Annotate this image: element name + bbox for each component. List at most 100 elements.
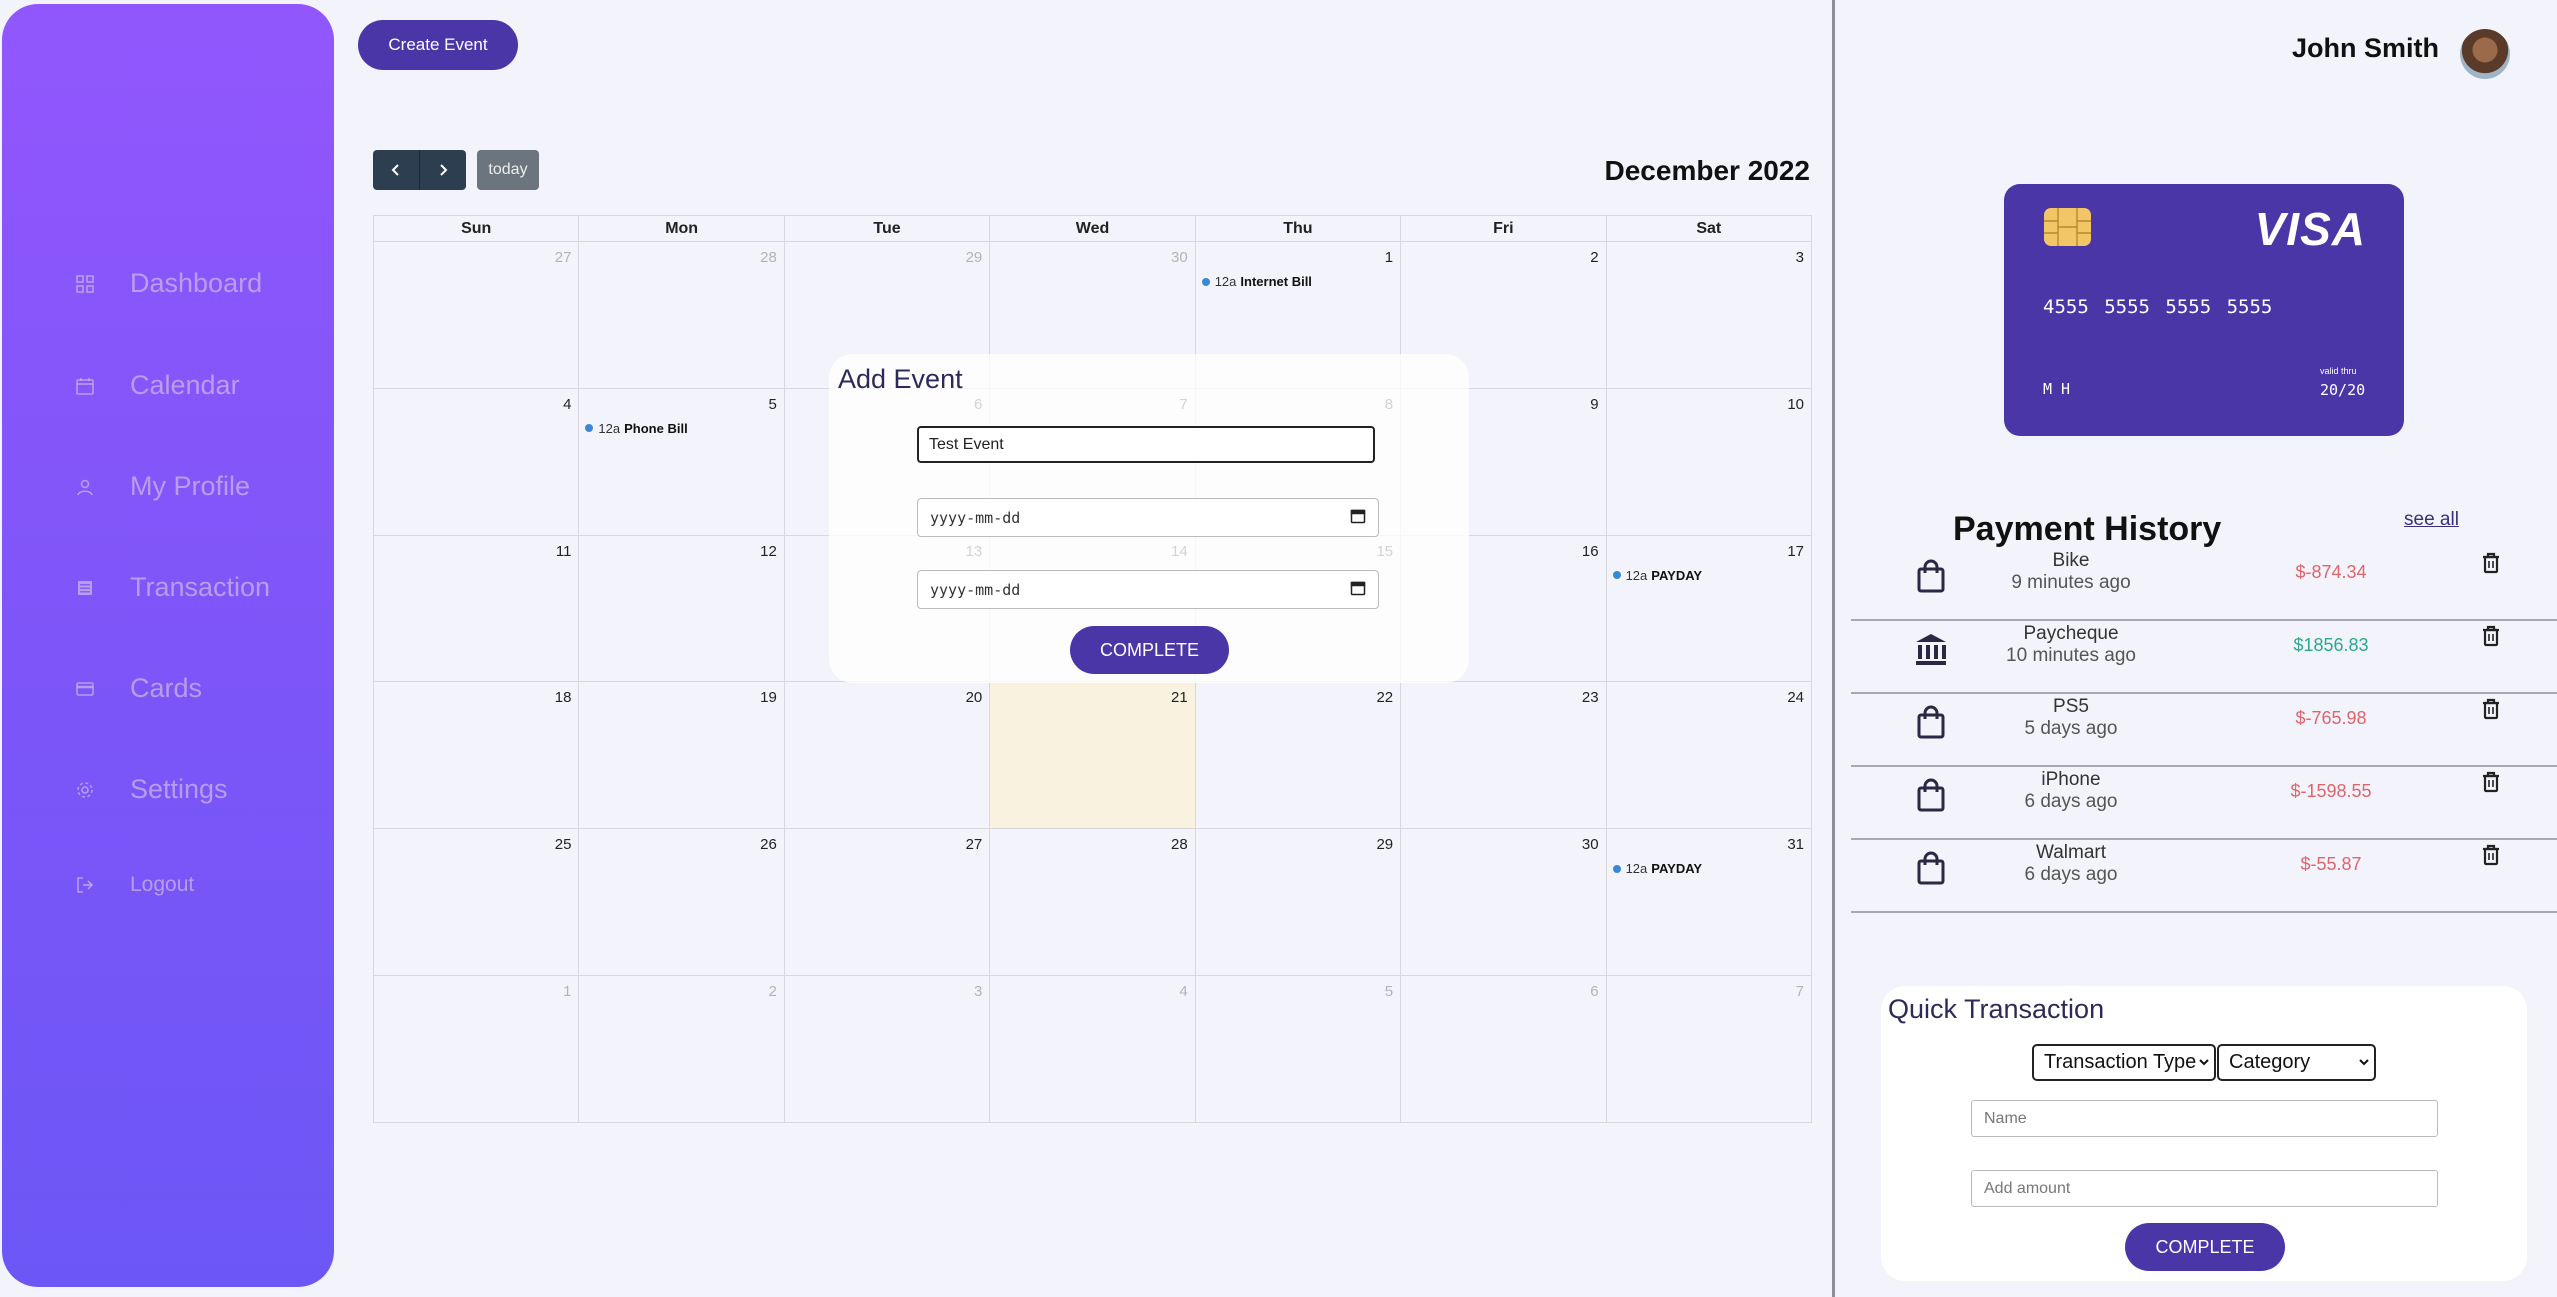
calendar-day[interactable]: 29: [1195, 829, 1402, 977]
category-select[interactable]: Category: [2217, 1044, 2376, 1081]
chevron-down-icon: [2198, 1051, 2210, 1074]
payment-row[interactable]: PS5 5 days ago $-765.98: [1851, 694, 2557, 767]
day-number: 6: [1590, 983, 1599, 1001]
trash-icon[interactable]: [2481, 625, 2505, 649]
chevron-down-icon: [2358, 1051, 2370, 1074]
shopping-bag-icon: [1911, 848, 1951, 888]
calendar-day[interactable]: 28: [579, 242, 785, 389]
sidebar-item-label: Transaction: [130, 572, 271, 602]
trash-icon[interactable]: [2481, 552, 2505, 576]
sidebar-item-logout[interactable]: Logout: [74, 873, 194, 897]
payment-time: 6 days ago: [2024, 864, 2118, 885]
create-event-button[interactable]: Create Event: [358, 20, 518, 70]
add-event-complete-button[interactable]: COMPLETE: [1070, 626, 1229, 674]
event-dot: [1201, 277, 1210, 286]
valid-thru-label: valid thru: [2320, 366, 2357, 376]
card-holder: M H: [2043, 380, 2071, 398]
calendar-day[interactable]: 5 12a Phone Bill: [579, 388, 785, 536]
month-title: December 2022: [1604, 155, 1810, 186]
calendar-event[interactable]: 12a Phone Bill: [585, 421, 688, 436]
calendar-event[interactable]: 12a PAYDAY: [1612, 567, 1703, 583]
payment-row[interactable]: iPhone 6 days ago $-1598.55: [1851, 767, 2557, 840]
calendar-day[interactable]: 23: [1401, 682, 1607, 830]
calendar-day[interactable]: 11: [374, 535, 580, 683]
calendar-day[interactable]: 27: [374, 242, 580, 389]
calendar-day[interactable]: 28: [990, 829, 1196, 977]
sidebar: Dashboard Calendar My Profile Transactio…: [2, 4, 334, 1287]
day-number: 17: [1787, 542, 1804, 560]
credit-card[interactable]: VISA 4555 5555 5555 5555 M H valid thru …: [2004, 184, 2404, 436]
event-title: PAYDAY: [1651, 567, 1703, 583]
calendar-day[interactable]: 31 12a PAYDAY: [1606, 829, 1812, 977]
calendar-day[interactable]: 30: [1401, 829, 1607, 977]
add-event-modal: Add Event Test Event yyyy-mm-dd yyyy-mm-…: [829, 354, 1469, 683]
calendar-day[interactable]: 12: [579, 535, 785, 683]
payment-history-title: Payment History: [1953, 510, 2222, 548]
calendar-picker-icon[interactable]: [1350, 508, 1366, 528]
day-number: 23: [1581, 689, 1599, 707]
sidebar-item-transaction[interactable]: Transaction: [74, 572, 270, 603]
payment-amount: $-765.98: [2295, 708, 2367, 728]
day-number: 4: [1179, 983, 1188, 1001]
calendar-event[interactable]: 12a Internet Bill: [1201, 274, 1312, 289]
calendar-day[interactable]: 17 12a PAYDAY: [1606, 535, 1812, 683]
calendar-day[interactable]: 4: [990, 976, 1196, 1123]
event-title-input[interactable]: Test Event: [917, 426, 1375, 463]
payment-amount: $-1598.55: [2290, 781, 2372, 801]
event-title: PAYDAY: [1651, 861, 1703, 877]
end-date-input[interactable]: yyyy-mm-dd: [917, 570, 1379, 609]
sidebar-item-label: Settings: [130, 774, 228, 804]
payment-row[interactable]: Bike 9 minutes ago $-874.34: [1851, 548, 2557, 621]
today-button[interactable]: today: [477, 150, 539, 190]
calendar-day[interactable]: 6: [1401, 976, 1607, 1123]
calendar-day[interactable]: 3: [1606, 242, 1812, 389]
trash-icon[interactable]: [2481, 771, 2505, 795]
calendar-day[interactable]: 18: [374, 682, 580, 830]
trash-icon[interactable]: [2481, 698, 2505, 722]
payment-name: Paycheque: [2023, 623, 2119, 644]
sidebar-item-my-profile[interactable]: My Profile: [74, 471, 250, 502]
calendar-day[interactable]: 10: [1606, 388, 1812, 536]
event-dot: [1612, 571, 1621, 580]
amount-input[interactable]: Add amount: [1971, 1170, 2438, 1207]
payment-name: iPhone: [2041, 769, 2101, 790]
sidebar-item-cards[interactable]: Cards: [74, 673, 202, 704]
day-number: 27: [965, 836, 983, 854]
calendar-day[interactable]: 20: [784, 682, 991, 830]
see-all-link[interactable]: see all: [2404, 509, 2459, 531]
calendar-day[interactable]: 19: [579, 682, 785, 830]
day-number: 29: [1376, 836, 1394, 854]
trash-icon[interactable]: [2481, 844, 2505, 868]
calendar-day[interactable]: 27: [784, 829, 991, 977]
payment-row[interactable]: Paycheque 10 minutes ago $1856.83: [1851, 621, 2557, 694]
day-number: 1: [1384, 249, 1394, 266]
calendar-day[interactable]: 2: [579, 976, 785, 1123]
event-title: Internet Bill: [1240, 274, 1312, 289]
calendar-picker-icon[interactable]: [1350, 580, 1366, 600]
calendar-day[interactable]: 4: [374, 388, 580, 536]
day-number: 31: [1787, 836, 1804, 854]
calendar-day[interactable]: 7: [1606, 976, 1812, 1123]
calendar-day[interactable]: 5: [1195, 976, 1402, 1123]
calendar-day-today[interactable]: 21: [990, 682, 1196, 830]
calendar-day[interactable]: 3: [784, 976, 991, 1123]
calendar-day[interactable]: 22: [1195, 682, 1402, 830]
calendar-day[interactable]: 24: [1606, 682, 1812, 830]
calendar-day[interactable]: 25: [374, 829, 580, 977]
transaction-type-select[interactable]: Transaction Type: [2032, 1044, 2216, 1081]
sidebar-item-label: Calendar: [130, 370, 240, 400]
payment-row[interactable]: Walmart 6 days ago $-55.87: [1851, 840, 2557, 913]
sidebar-item-calendar[interactable]: Calendar: [74, 370, 240, 401]
next-month-button[interactable]: [419, 150, 466, 190]
avatar[interactable]: [2460, 29, 2510, 79]
sidebar-item-settings[interactable]: Settings: [74, 774, 228, 805]
start-date-input[interactable]: yyyy-mm-dd: [917, 498, 1379, 537]
quick-transaction-complete-button[interactable]: COMPLETE: [2125, 1223, 2285, 1271]
sidebar-item-dashboard[interactable]: Dashboard: [74, 268, 262, 299]
calendar-event[interactable]: 12a PAYDAY: [1612, 861, 1703, 877]
calendar-day[interactable]: 26: [579, 829, 785, 977]
name-input[interactable]: Name: [1971, 1100, 2438, 1137]
calendar-day[interactable]: 1: [374, 976, 580, 1123]
prev-month-button[interactable]: [373, 150, 419, 190]
chevron-right-icon: [440, 164, 448, 176]
